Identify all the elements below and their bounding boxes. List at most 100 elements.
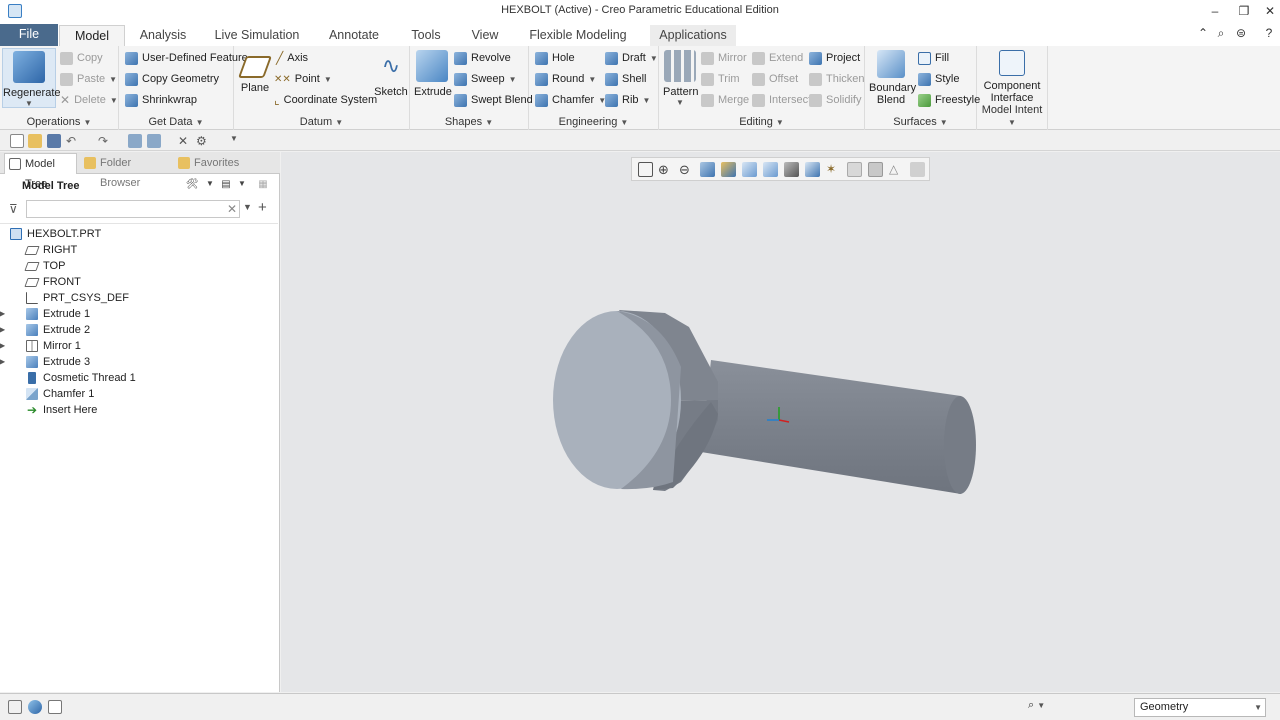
thicken-button[interactable]: Thicken [809,70,865,88]
tab-analysis[interactable]: Analysis [132,25,194,46]
graphics-window[interactable]: ⊕ ⊖ ✶ △ [281,152,1280,692]
tree-item-chamfer-1[interactable]: Chamfer 1 [26,386,94,402]
shell-button[interactable]: Shell [605,70,646,88]
customize-toolbar-icon[interactable]: ▼ [230,134,244,148]
show-navigator-icon[interactable] [8,700,22,714]
solidify-button[interactable]: Solidify [809,91,861,109]
clear-filter-icon[interactable]: ✕ [227,202,237,216]
tree-settings-icon[interactable]: 🛠 [184,179,200,193]
bolt-shaft[interactable] [701,360,961,494]
bolt-shaft-end[interactable] [944,396,976,494]
tab-model-tree[interactable]: Model Tree [4,153,77,190]
save-icon[interactable] [47,134,61,148]
tree-item-hexbolt-prt[interactable]: HEXBOLT.PRT [10,226,101,242]
restore-button[interactable]: ❐ [1232,2,1256,20]
tree-item-insert-here[interactable]: ➔ Insert Here [26,402,97,418]
search-icon[interactable]: ⌕ [1212,26,1230,42]
tab-favorites[interactable]: Favorites [174,153,240,174]
group-label-engineering[interactable]: Engineering ▼ [529,116,658,128]
show-menu-icon[interactable]: ▤ [218,179,234,193]
redo-icon[interactable]: ↷ [98,134,112,148]
tab-file[interactable]: File [0,24,58,46]
expand-arrow-icon[interactable]: ▶ [0,325,9,334]
tree-item-top[interactable]: TOP [24,258,65,274]
tree-item-right[interactable]: RIGHT [24,242,77,258]
pattern-button[interactable]: Pattern ▼ [663,48,698,107]
tab-annotate[interactable]: Annotate [320,25,388,46]
style-button[interactable]: Style [918,70,959,88]
extend-button[interactable]: Extend [752,49,803,67]
close-window-icon[interactable]: ✕ [178,134,192,148]
minimize-button[interactable]: – [1203,2,1227,20]
tab-live-simulation[interactable]: Live Simulation [207,25,307,46]
tab-flexible-modeling[interactable]: Flexible Modeling [522,25,634,46]
copy-button[interactable]: Copy [60,49,103,67]
tree-columns-icon[interactable]: ▦ [255,179,271,193]
group-label-get-data[interactable]: Get Data ▼ [119,116,233,128]
expand-arrow-icon[interactable]: ▶ [0,341,9,350]
settings-icon[interactable]: ⚙ [196,134,210,148]
shrinkwrap-button[interactable]: Shrinkwrap [125,91,197,109]
expand-arrow-icon[interactable]: ▶ [0,357,9,366]
tab-view[interactable]: View [463,25,507,46]
regenerate-dropdown-icon[interactable]: ▼ [3,99,55,108]
plane-button[interactable]: Plane [237,48,273,94]
group-label-shapes[interactable]: Shapes ▼ [410,116,528,128]
group-label-datum[interactable]: Datum ▼ [234,116,409,128]
extrude-button[interactable]: Extrude [414,48,452,98]
tab-tools[interactable]: Tools [402,25,450,46]
paste-button[interactable]: Paste ▼ [60,70,117,88]
expand-arrow-icon[interactable]: ▶ [0,309,9,318]
help-icon[interactable]: ⊜ [1232,26,1250,42]
collapse-ribbon-icon[interactable]: ⌃ [1194,26,1212,42]
project-button[interactable]: Project [809,49,860,67]
pattern-dropdown-icon[interactable]: ▼ [663,98,697,107]
copy-geometry-button[interactable]: Copy Geometry [125,70,219,88]
full-screen-icon[interactable] [48,700,62,714]
rib-button[interactable]: Rib ▼ [605,91,650,109]
sweep-button[interactable]: Sweep ▼ [454,70,517,88]
undo-icon[interactable]: ↶ [66,134,80,148]
group-label-surfaces[interactable]: Surfaces ▼ [865,116,976,128]
help-question-icon[interactable]: ? [1260,26,1278,42]
regenerate-quick-icon[interactable] [128,134,142,148]
group-label-operations[interactable]: Operations ▼ [0,116,118,128]
revolve-button[interactable]: Revolve [454,49,511,67]
offset-button[interactable]: Offset [752,70,798,88]
selection-filter-select[interactable]: Geometry ▼ [1134,698,1266,717]
find-icon[interactable]: ⌕ ▼ [1028,699,1060,715]
new-file-icon[interactable] [10,134,24,148]
trim-button[interactable]: Trim [701,70,740,88]
tab-model[interactable]: Model [59,25,125,46]
delete-button[interactable]: ✕ Delete ▼ [60,91,118,109]
boundary-blend-button[interactable]: Boundary Blend [869,48,916,106]
mirror-button[interactable]: Mirror [701,49,747,67]
draft-button[interactable]: Draft ▼ [605,49,658,67]
show-dropdown-icon[interactable]: ▼ [234,179,250,193]
regenerate-button[interactable]: Regenerate ▼ [2,48,61,108]
intersect-button[interactable]: Intersect [752,91,811,109]
component-interface-button[interactable]: Component Interface [981,48,1043,104]
axis-button[interactable]: ╱ Axis [276,49,308,67]
filter-dropdown-icon[interactable]: ▼ [243,202,252,212]
merge-button[interactable]: Merge [701,91,749,109]
tree-item-cosmetic-thread-1[interactable]: Cosmetic Thread 1 [26,370,136,386]
hole-button[interactable]: Hole [535,49,575,67]
chamfer-button[interactable]: Chamfer ▼ [535,91,606,109]
freestyle-button[interactable]: Freestyle [918,91,980,109]
swept-blend-button[interactable]: Swept Blend [454,91,533,109]
windows-icon[interactable] [147,134,161,148]
fill-button[interactable]: Fill [918,49,949,67]
tree-item-extrude-2[interactable]: ▶ Extrude 2 [0,322,90,338]
tree-filter-input[interactable] [26,200,240,218]
tab-folder-browser[interactable]: Folder Browser [80,153,170,189]
tree-settings-dropdown-icon[interactable]: ▼ [202,179,218,193]
tree-item-extrude-3[interactable]: ▶ Extrude 3 [0,354,90,370]
tree-item-front[interactable]: FRONT [24,274,81,290]
group-label-model-intent[interactable]: Model Intent ▼ [977,104,1047,128]
tree-item-mirror-1[interactable]: ▶ Mirror 1 [0,338,81,354]
sketch-button[interactable]: ∿ Sketch [374,48,408,98]
open-file-icon[interactable] [28,134,42,148]
hexbolt-model[interactable] [281,152,1280,692]
group-label-editing[interactable]: Editing ▼ [659,116,864,128]
